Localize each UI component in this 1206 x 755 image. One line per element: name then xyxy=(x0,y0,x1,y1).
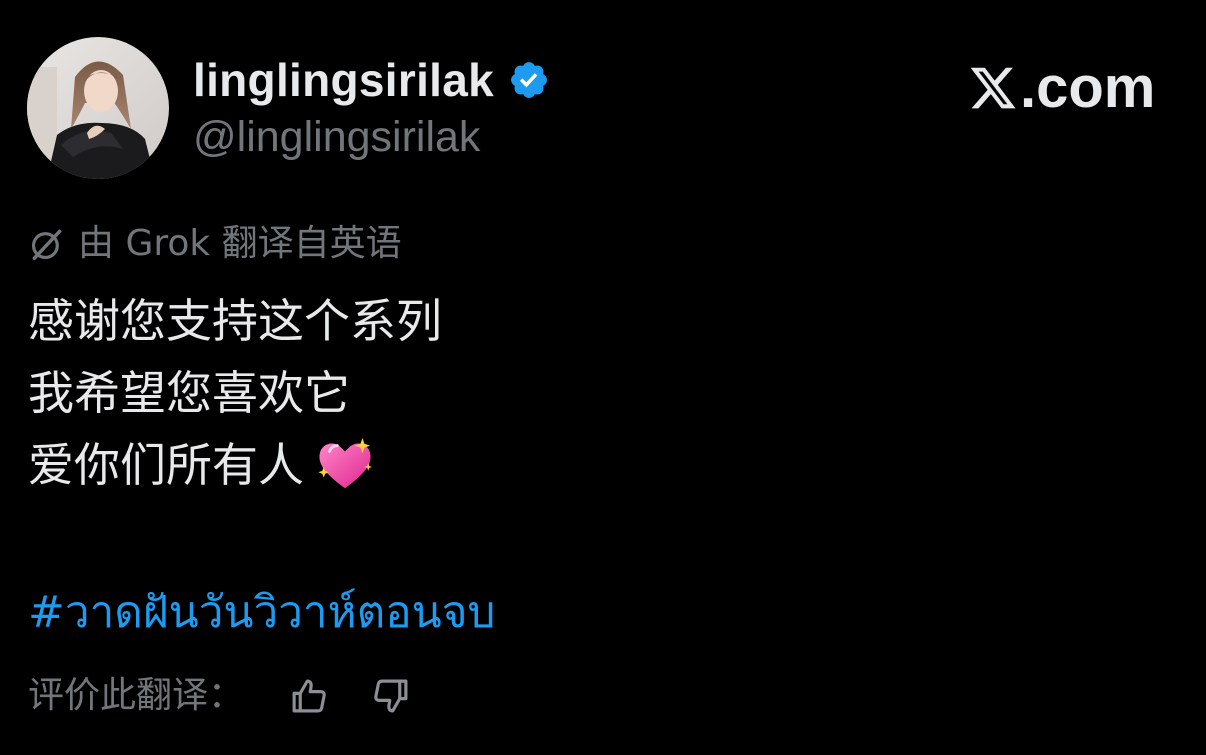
rate-translation-label: 评价此翻译： xyxy=(28,675,245,716)
avatar[interactable] xyxy=(27,37,169,179)
thumbs-down-icon xyxy=(374,679,408,713)
author-handle[interactable]: @linglingsirilak xyxy=(193,116,480,159)
x-brand-logo: .com xyxy=(968,55,1156,120)
tweet-line: 我希望您喜欢它 xyxy=(28,366,350,420)
tweet-text: 感谢您支持这个系列 我希望您喜欢它 爱你们所有人 xyxy=(28,285,1128,501)
tweet-line: 爱你们所有人 xyxy=(28,429,1128,501)
thumbs-up-button[interactable] xyxy=(286,673,332,719)
author-name-row[interactable]: linglingsirilak xyxy=(193,52,550,108)
rate-translation-row: 评价此翻译： xyxy=(28,668,414,724)
sparkling-heart-icon xyxy=(314,434,376,496)
display-name[interactable]: linglingsirilak xyxy=(193,57,494,103)
translation-note-text: 由 Grok 翻译自英语 xyxy=(78,223,402,264)
verified-badge-icon xyxy=(508,59,550,101)
tweet-line: 感谢您支持这个系列 xyxy=(28,294,442,348)
translation-note[interactable]: 由 Grok 翻译自英语 xyxy=(28,222,402,266)
brand-domain: .com xyxy=(1020,55,1156,120)
grok-icon xyxy=(28,225,66,263)
thumbs-down-button[interactable] xyxy=(368,673,414,719)
thumbs-up-icon xyxy=(292,679,326,713)
avatar-image xyxy=(27,37,169,179)
x-logo-icon xyxy=(968,63,1018,113)
hashtag-link[interactable]: #วาดฝันวันวิวาห์ตอนจบ xyxy=(28,585,495,641)
